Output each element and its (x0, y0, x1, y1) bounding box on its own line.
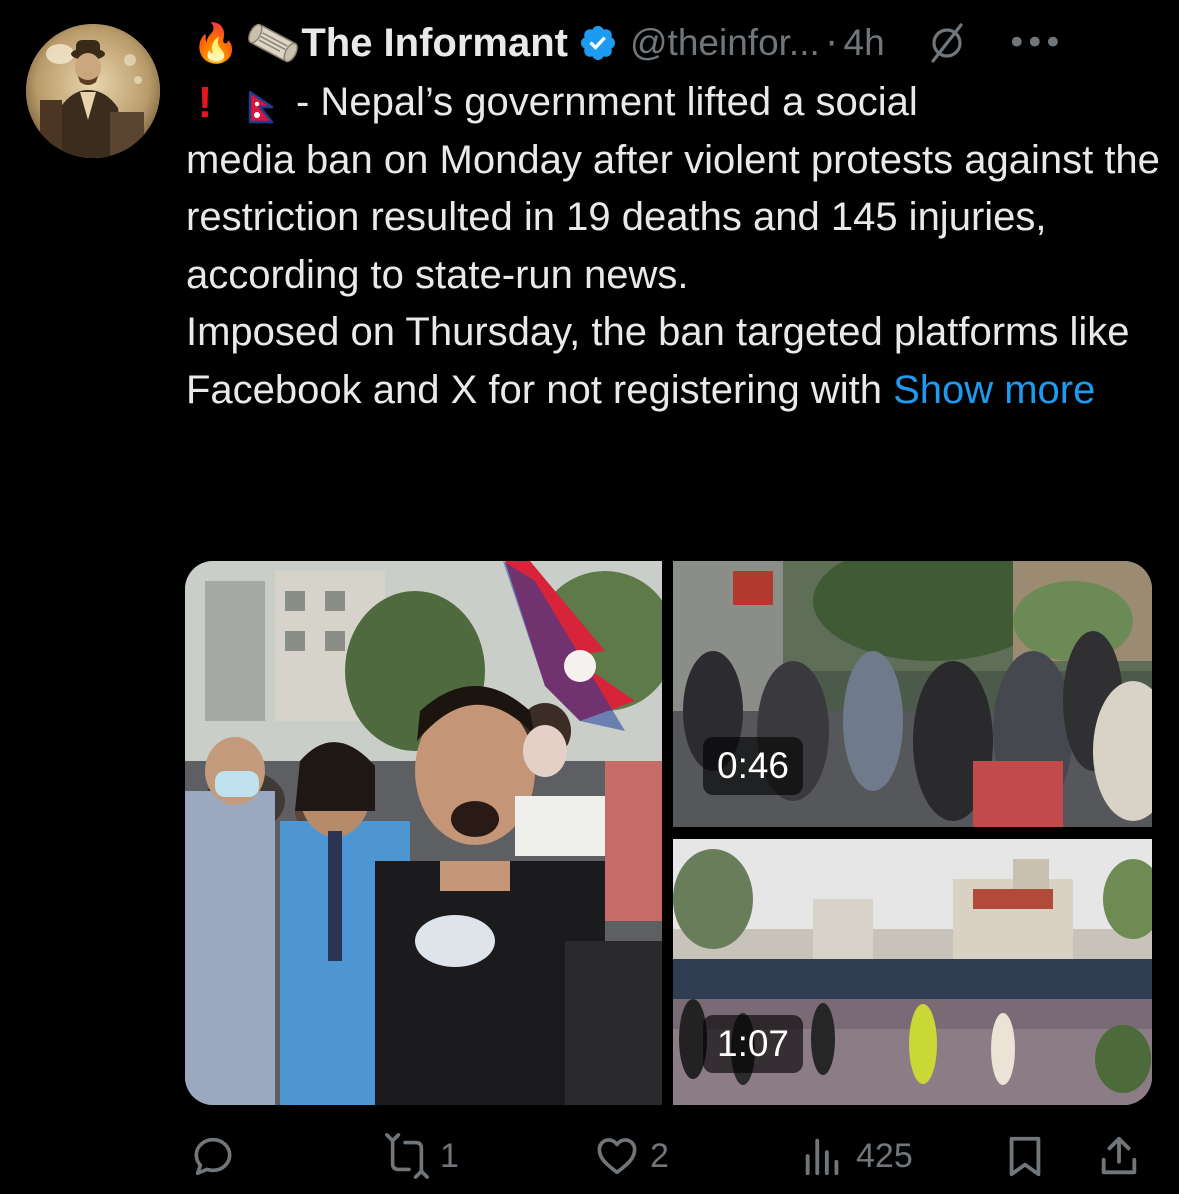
video-duration-2: 1:07 (703, 1015, 804, 1073)
like-button[interactable]: 2 (594, 1126, 669, 1186)
share-icon (1101, 1136, 1137, 1175)
tweet-header: 🔥 The Informant @theinfor... · 4h ••• (192, 14, 1159, 72)
share-button[interactable] (1096, 1126, 1142, 1186)
author-handle[interactable]: @theinfor... (630, 22, 820, 64)
tweet-text: ! - Nepal’s government lifted a social m… (186, 74, 1166, 420)
reply-icon (194, 1137, 232, 1176)
post-text-paragraph1: media ban on Monday after violent protes… (186, 137, 1160, 297)
repost-button[interactable]: 1 (384, 1126, 459, 1186)
repost-icon (385, 1133, 429, 1179)
post-time[interactable]: 4h (844, 22, 885, 64)
video-duration-1: 0:46 (703, 737, 804, 795)
media-grid: 0:46 1:07 (185, 561, 1152, 1105)
exclamation-icon: ! (197, 78, 213, 127)
fire-emoji: 🔥 (192, 21, 240, 65)
avatar[interactable] (26, 24, 160, 158)
media-video-1[interactable]: 0:46 (673, 561, 1152, 827)
views-count: 425 (856, 1136, 913, 1175)
grok-icon[interactable] (925, 21, 969, 65)
author-name[interactable]: The Informant (301, 21, 568, 66)
heart-icon (597, 1138, 637, 1175)
media-video-2[interactable]: 1:07 (673, 839, 1152, 1105)
show-more-link[interactable]: Show more (893, 368, 1095, 412)
action-bar: 1 2 425 (190, 1126, 1149, 1186)
avatar-image (26, 24, 160, 158)
bookmark-icon (1009, 1136, 1041, 1177)
views-button[interactable]: 425 (800, 1126, 913, 1186)
media-image-protest[interactable] (185, 561, 662, 1105)
post-text-line1: - Nepal’s government lifted a social (296, 80, 918, 124)
bookmark-button[interactable] (1002, 1126, 1048, 1186)
like-count: 2 (650, 1136, 669, 1175)
nepal-flag-icon (246, 85, 276, 124)
more-options-icon[interactable]: ••• (1007, 23, 1063, 63)
scroll-emoji-icon (243, 21, 303, 65)
repost-count: 1 (440, 1136, 459, 1175)
views-chart-icon (805, 1138, 839, 1176)
separator-dot: · (825, 21, 838, 65)
verified-badge-icon (580, 25, 616, 61)
tweet: 🔥 The Informant @theinfor... · 4h ••• ! … (0, 0, 1179, 1194)
reply-button[interactable] (190, 1126, 246, 1186)
